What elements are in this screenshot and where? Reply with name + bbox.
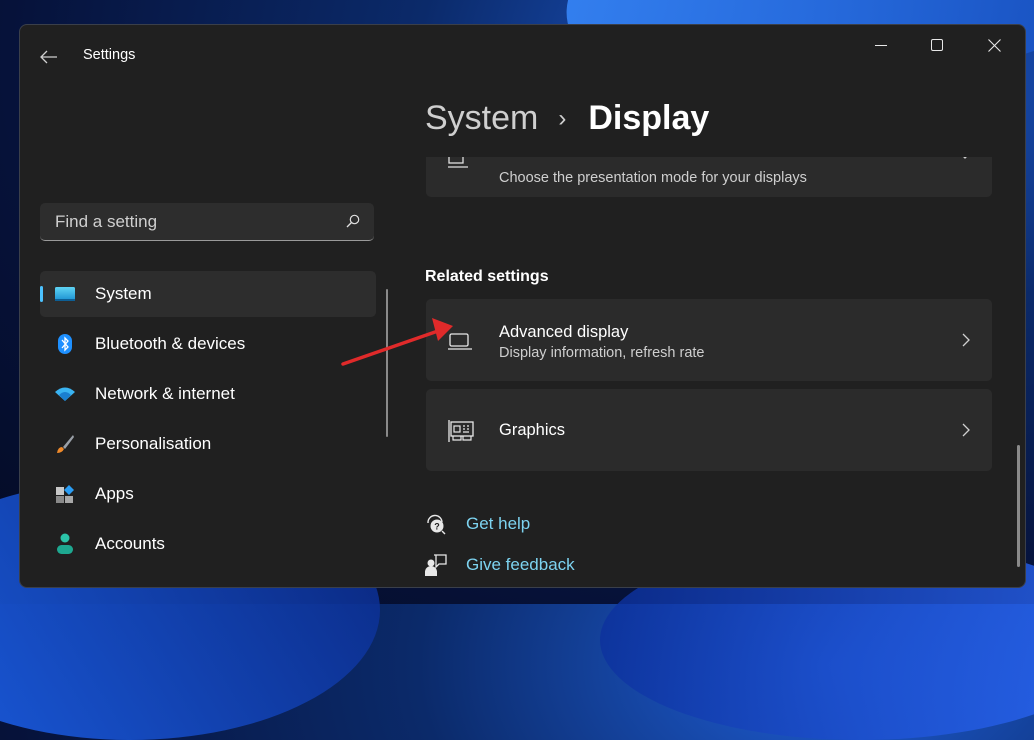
chevron-right-icon	[962, 423, 970, 437]
search-input[interactable]	[53, 211, 327, 233]
account-person-icon	[54, 533, 76, 555]
content-pane: Choose the presentation mode for your di…	[425, 157, 993, 577]
search-box[interactable]	[40, 203, 374, 241]
sidebar-item-label: Apps	[95, 484, 134, 503]
apps-icon	[54, 483, 76, 505]
sidebar-item-system[interactable]: System	[40, 271, 376, 317]
sidebar-item-label: Bluetooth & devices	[95, 334, 246, 353]
active-indicator	[40, 286, 43, 302]
bluetooth-icon	[54, 333, 76, 355]
wifi-icon	[54, 383, 76, 405]
back-button[interactable]	[34, 43, 64, 71]
app-title: Settings	[83, 47, 136, 63]
card-title: Graphics	[499, 421, 566, 439]
content-scrollbar[interactable]	[1017, 445, 1020, 567]
multiple-displays-card[interactable]: Choose the presentation mode for your di…	[426, 157, 992, 197]
card-title: Advanced display	[499, 323, 629, 341]
sidebar-item-label: Network & internet	[95, 384, 235, 403]
close-icon	[987, 38, 1001, 52]
minimize-icon	[875, 45, 887, 46]
title-bar: Settings	[20, 25, 1025, 89]
feedback-icon	[425, 554, 447, 576]
sidebar-item-bluetooth[interactable]: Bluetooth & devices	[40, 321, 376, 367]
card-description: Choose the presentation mode for your di…	[499, 170, 807, 186]
sidebar-item-personalisation[interactable]: Personalisation	[40, 421, 376, 467]
multiple-displays-icon	[448, 157, 468, 168]
breadcrumb: System › Display	[425, 99, 709, 138]
maximize-icon	[931, 39, 943, 51]
minimize-button[interactable]	[853, 25, 909, 65]
svg-text:?: ?	[434, 522, 440, 532]
chevron-right-icon	[962, 333, 970, 347]
paintbrush-icon	[54, 433, 76, 455]
sidebar-item-accounts[interactable]: Accounts	[40, 521, 376, 567]
close-button[interactable]	[966, 25, 1022, 65]
search-icon[interactable]	[346, 214, 360, 228]
related-settings-heading: Related settings	[425, 268, 549, 285]
card-description: Display information, refresh rate	[499, 345, 705, 361]
link-label[interactable]: Get help	[466, 514, 530, 534]
laptop-icon	[448, 333, 472, 350]
sidebar-item-apps[interactable]: Apps	[40, 471, 376, 517]
sidebar-item-label: Personalisation	[95, 434, 212, 453]
graphics-card[interactable]: Graphics	[426, 389, 992, 471]
back-arrow-icon	[40, 50, 57, 64]
system-monitor-icon	[54, 283, 76, 305]
breadcrumb-parent[interactable]: System	[425, 99, 538, 138]
sidebar-item-label: System	[95, 284, 152, 303]
page-title: Display	[588, 99, 710, 137]
sidebar-item-network[interactable]: Network & internet	[40, 371, 376, 417]
settings-window: Settings System Bluetooth & devices	[19, 24, 1026, 588]
advanced-display-card[interactable]: Advanced display Display information, re…	[426, 299, 992, 381]
link-label[interactable]: Give feedback	[466, 555, 575, 575]
graphics-card-icon	[448, 420, 474, 442]
breadcrumb-separator: ›	[558, 104, 567, 132]
sidebar-nav: System Bluetooth & devices Network & int…	[40, 271, 376, 571]
sidebar-scrollbar[interactable]	[386, 289, 388, 437]
help-chat-icon: ?	[427, 514, 446, 535]
chevron-down-icon	[963, 157, 967, 159]
sidebar-item-label: Accounts	[95, 534, 165, 553]
maximize-button[interactable]	[909, 25, 965, 65]
